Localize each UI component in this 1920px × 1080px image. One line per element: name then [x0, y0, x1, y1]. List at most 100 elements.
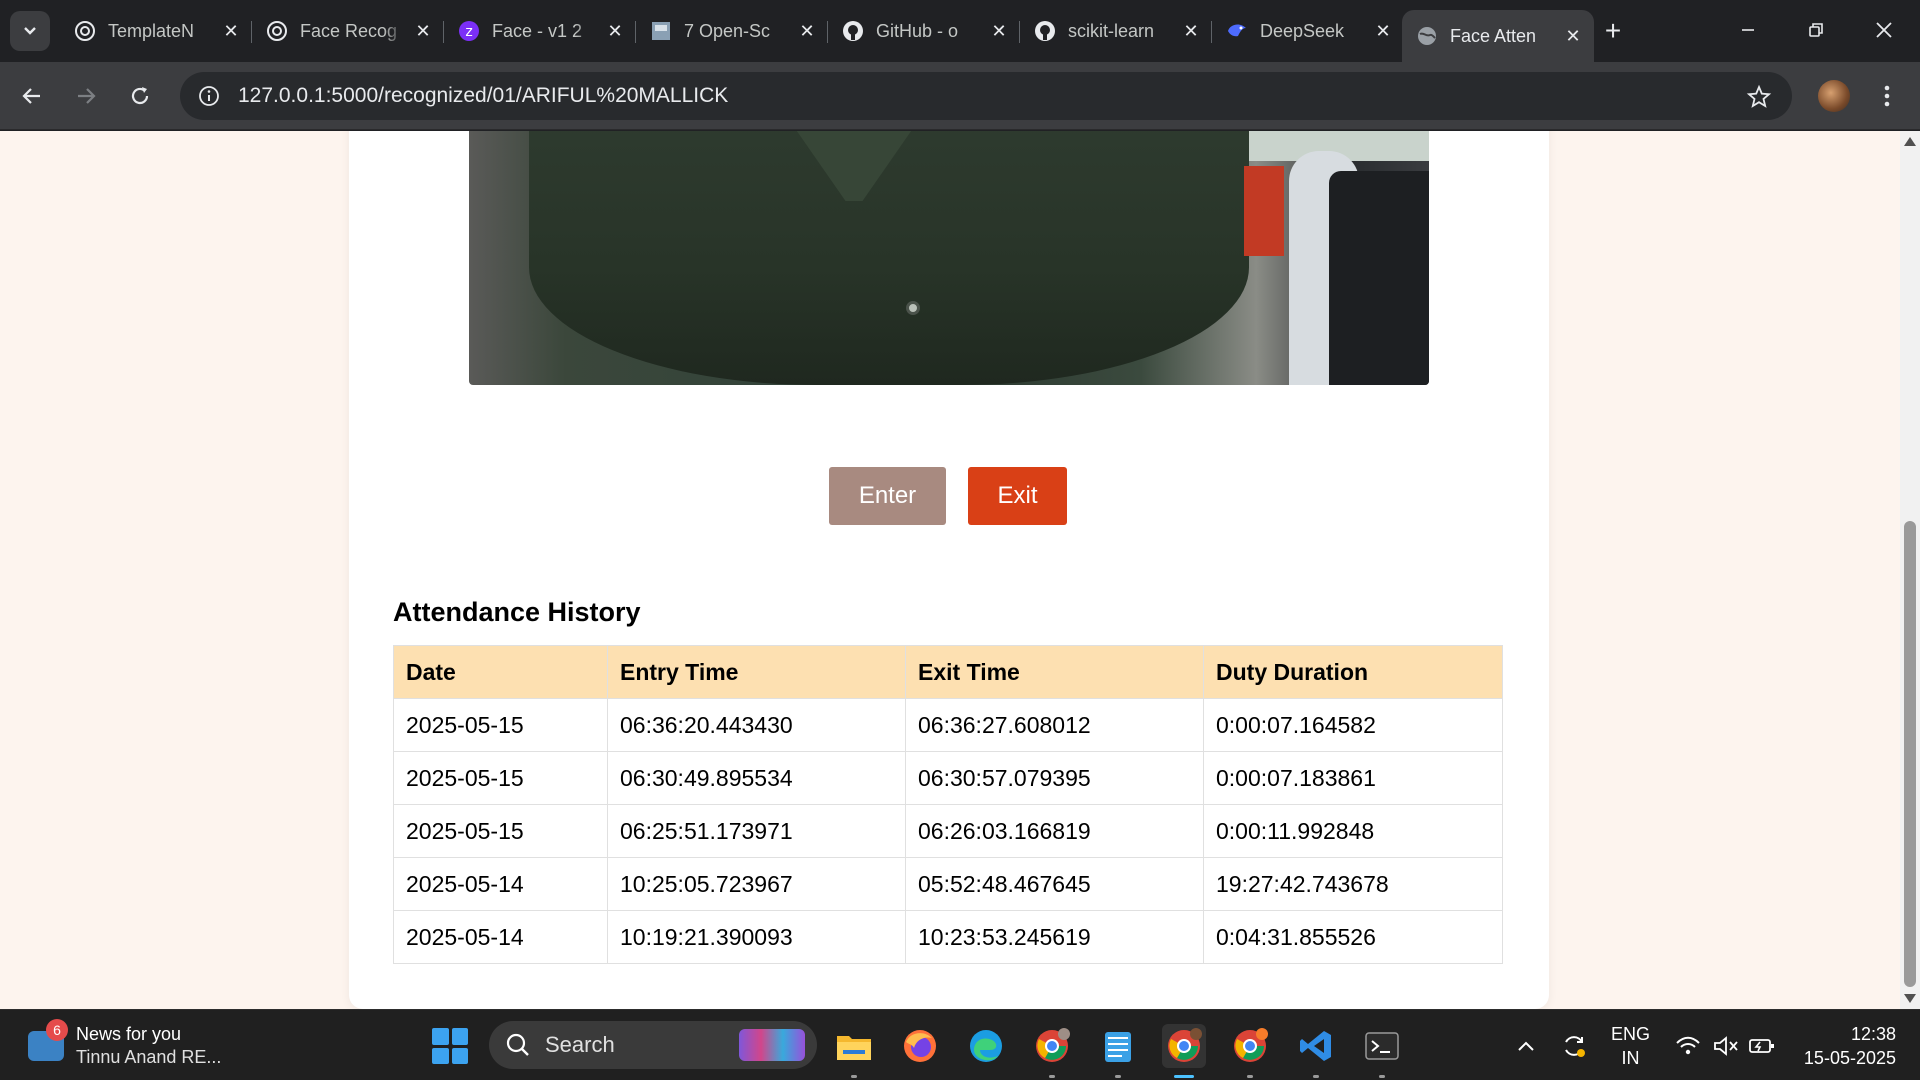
chevron-down-icon: [24, 27, 36, 35]
column-header-duty-duration: Duty Duration: [1203, 645, 1503, 699]
tab-search-button[interactable]: [10, 11, 50, 51]
tab-face-v1[interactable]: z Face - v1 2 ✕: [444, 10, 636, 52]
news-title: News for you: [76, 1024, 182, 1044]
cell-duty-duration: 19:27:42.743678: [1203, 857, 1503, 911]
taskbar-search[interactable]: Search: [489, 1021, 817, 1069]
table-header-row: Date Entry Time Exit Time Duty Duration: [393, 645, 1503, 699]
news-badge: 6: [46, 1019, 68, 1041]
firefox-icon[interactable]: [898, 1024, 942, 1068]
close-icon[interactable]: ✕: [1562, 25, 1584, 47]
notepad-icon[interactable]: [1096, 1024, 1140, 1078]
terminal-icon[interactable]: [1360, 1024, 1404, 1078]
cell-exit-time: 06:36:27.608012: [905, 698, 1204, 752]
tab-title: Face Atten: [1450, 25, 1537, 46]
tab-open-source[interactable]: 7 Open-Sc ✕: [636, 10, 828, 52]
vscode-icon[interactable]: [1294, 1024, 1338, 1078]
column-header-exit-time: Exit Time: [905, 645, 1204, 699]
cell-date: 2025-05-15: [393, 804, 608, 858]
cell-duty-duration: 0:00:11.992848: [1203, 804, 1503, 858]
minimize-button[interactable]: [1726, 12, 1770, 48]
table-row: 2025-05-14 10:25:05.723967 05:52:48.4676…: [393, 857, 1503, 911]
scroll-up-arrow-icon[interactable]: [1904, 137, 1916, 146]
forward-button[interactable]: [68, 78, 104, 114]
language-code: ENG: [1611, 1023, 1651, 1044]
tab-github[interactable]: GitHub - o ✕: [828, 10, 1020, 52]
cell-exit-time: 05:52:48.467645: [905, 857, 1204, 911]
exit-button[interactable]: Exit: [968, 467, 1067, 525]
new-tab-button[interactable]: +: [1598, 15, 1628, 46]
tab-title: Face Recog: [300, 20, 398, 41]
tab-strip: TemplateN ✕ Face Recog ✕ z Face - v1 2 ✕…: [0, 0, 1920, 62]
scrollbar-thumb[interactable]: [1904, 521, 1916, 987]
close-window-button[interactable]: [1862, 12, 1906, 48]
bookmark-star-icon[interactable]: [1746, 84, 1772, 110]
reload-icon: [131, 87, 149, 105]
news-subtitle: Tinnu Anand RE...: [76, 1047, 222, 1067]
close-icon[interactable]: ✕: [1372, 20, 1394, 42]
page-scrollbar[interactable]: [1900, 131, 1920, 1009]
plus-icon: +: [1604, 15, 1622, 46]
site-info-icon[interactable]: [196, 83, 222, 109]
url-text[interactable]: 127.0.0.1:5000/recognized/01/ARIFUL%20MA…: [238, 84, 728, 108]
cell-date: 2025-05-15: [393, 751, 608, 805]
chrome-icon[interactable]: [1162, 1024, 1206, 1078]
attendance-card: Enter Exit Attendance History Date Entry…: [349, 131, 1549, 1009]
reload-button[interactable]: [122, 78, 158, 114]
openai-icon: [74, 20, 96, 42]
cell-entry-time: 06:25:51.173971: [607, 804, 906, 858]
enter-button[interactable]: Enter: [829, 467, 946, 525]
action-buttons: Enter Exit: [349, 467, 1549, 525]
cell-exit-time: 06:26:03.166819: [905, 804, 1204, 858]
search-highlight-image: [739, 1029, 805, 1061]
browser-toolbar: 127.0.0.1:5000/recognized/01/ARIFUL%20MA…: [0, 62, 1920, 130]
chevron-up-icon[interactable]: [1504, 1024, 1548, 1068]
chrome-profile-d-icon[interactable]: [1030, 1024, 1074, 1078]
tab-face-recog[interactable]: Face Recog ✕: [252, 10, 444, 52]
windows-start-icon[interactable]: [432, 1028, 468, 1064]
back-button[interactable]: [14, 78, 50, 114]
close-icon[interactable]: ✕: [988, 20, 1010, 42]
close-icon: [1876, 22, 1892, 38]
profile-avatar[interactable]: [1818, 80, 1850, 112]
clock[interactable]: 12:38 15-05-2025: [1796, 1010, 1896, 1080]
cell-exit-time: 10:23:53.245619: [905, 910, 1204, 964]
tab-face-attendance[interactable]: Face Atten ✕: [1402, 10, 1594, 62]
tab-deepseek[interactable]: DeepSeek ✕: [1212, 10, 1404, 52]
more-vertical-icon: [1884, 85, 1890, 107]
deepseek-icon: [1226, 20, 1248, 42]
svg-text:z: z: [465, 24, 472, 40]
close-icon[interactable]: ✕: [220, 20, 242, 42]
news-icon: 6: [28, 1019, 68, 1061]
table-row: 2025-05-15 06:25:51.173971 06:26:03.1668…: [393, 804, 1503, 858]
tab-templaten[interactable]: TemplateN ✕: [60, 10, 252, 52]
battery-icon[interactable]: [1740, 1024, 1784, 1068]
search-icon: [506, 1033, 529, 1056]
github-icon: [1034, 20, 1056, 42]
sync-icon[interactable]: [1552, 1024, 1596, 1068]
table-row: 2025-05-15 06:36:20.443430 06:36:27.6080…: [393, 698, 1503, 752]
page-viewport: Enter Exit Attendance History Date Entry…: [0, 131, 1900, 1009]
minimize-icon: [1742, 29, 1754, 31]
column-header-entry-time: Entry Time: [607, 645, 906, 699]
close-icon[interactable]: ✕: [412, 20, 434, 42]
close-icon[interactable]: ✕: [1180, 20, 1202, 42]
scroll-down-arrow-icon[interactable]: [1904, 994, 1916, 1003]
arrow-right-icon: [78, 88, 96, 104]
tab-scikit-learn[interactable]: scikit-learn ✕: [1020, 10, 1212, 52]
close-icon[interactable]: ✕: [796, 20, 818, 42]
edge-icon[interactable]: [964, 1024, 1008, 1068]
camera-feed: [469, 131, 1429, 385]
file-explorer-icon[interactable]: [832, 1024, 876, 1078]
table-row: 2025-05-15 06:30:49.895534 06:30:57.0793…: [393, 751, 1503, 805]
page-thumbnail-icon: [650, 20, 672, 42]
restore-button[interactable]: [1794, 12, 1838, 48]
chrome-profile-a-icon[interactable]: [1228, 1024, 1272, 1078]
column-header-date: Date: [393, 645, 608, 699]
news-widget[interactable]: 6 News for you Tinnu Anand RE...: [28, 1019, 222, 1068]
language-indicator[interactable]: ENG IN: [1611, 1010, 1650, 1080]
tab-title: TemplateN: [108, 20, 195, 41]
address-bar[interactable]: 127.0.0.1:5000/recognized/01/ARIFUL%20MA…: [180, 72, 1792, 120]
browser-menu-button[interactable]: [1872, 78, 1902, 114]
close-icon[interactable]: ✕: [604, 20, 626, 42]
tab-title: GitHub - o: [876, 20, 959, 41]
